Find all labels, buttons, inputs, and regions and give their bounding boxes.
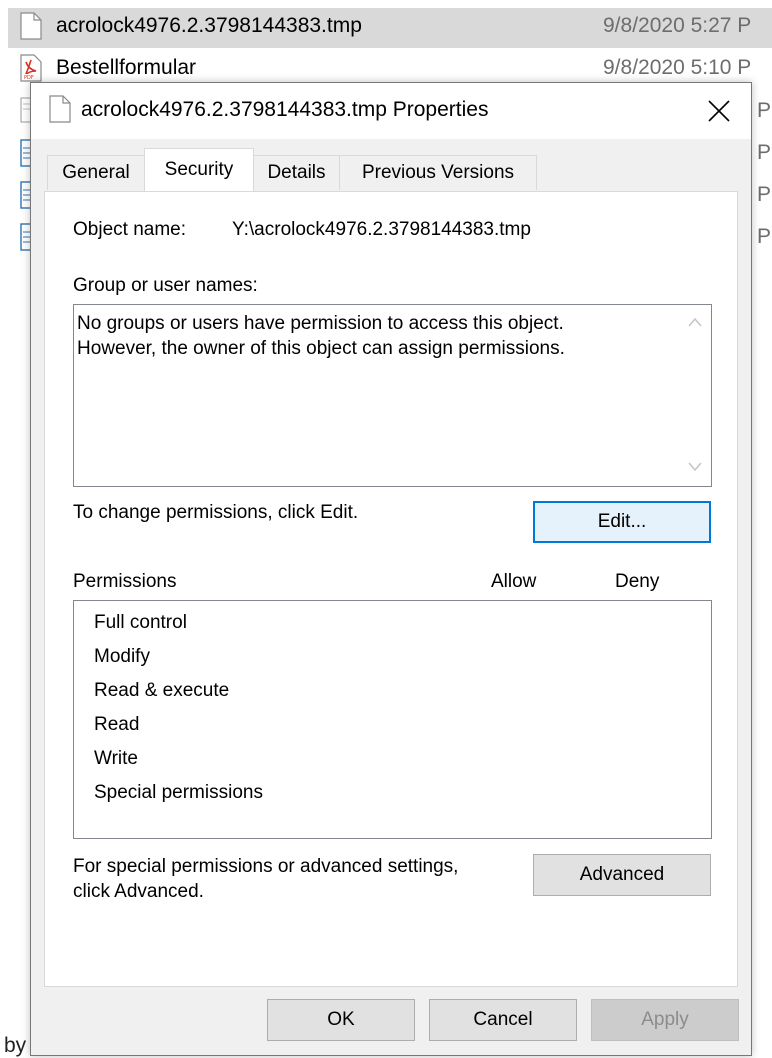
advanced-button[interactable]: Advanced: [533, 854, 711, 896]
edit-button[interactable]: Edit...: [533, 501, 711, 543]
scroll-up-icon[interactable]: [688, 317, 702, 327]
permissions-list[interactable]: Full control Modify Read & execute Read …: [73, 600, 712, 839]
hint-line: click Advanced.: [73, 881, 204, 902]
scroll-down-icon[interactable]: [688, 462, 702, 472]
properties-dialog: acrolock4976.2.3798144383.tmp Properties…: [30, 82, 752, 1056]
group-names-list[interactable]: No groups or users have permission to ac…: [73, 304, 712, 487]
tab-security[interactable]: Security: [144, 148, 254, 191]
file-date: 9/8/2020 5:27 P: [603, 14, 752, 37]
allow-header: Allow: [491, 571, 537, 592]
close-icon: [708, 100, 730, 122]
permission-special: Special permissions: [94, 782, 263, 803]
file-row-selected[interactable]: acrolock4976.2.3798144383.tmp 9/8/2020 5…: [8, 8, 772, 48]
ok-button[interactable]: OK: [267, 999, 415, 1041]
file-name: Bestellformular: [56, 56, 197, 79]
object-name-label: Object name:: [73, 219, 186, 240]
pdf-file-icon: PDF: [20, 54, 42, 82]
permission-read: Read: [94, 714, 140, 735]
tab-general[interactable]: General: [47, 155, 145, 190]
advanced-hint-text: For special permissions or advanced sett…: [73, 854, 458, 904]
no-permission-message: No groups or users have permission to ac…: [77, 311, 565, 361]
message-line: No groups or users have permission to ac…: [77, 313, 564, 334]
message-line: However, the owner of this object can as…: [77, 338, 565, 359]
permission-read-execute: Read & execute: [94, 680, 230, 701]
dialog-title: acrolock4976.2.3798144383.tmp Properties: [81, 98, 489, 121]
file-icon: [49, 95, 71, 123]
change-permissions-text: To change permissions, click Edit.: [73, 502, 359, 523]
permission-full-control: Full control: [94, 612, 187, 633]
tab-details[interactable]: Details: [253, 155, 340, 190]
background-text: by: [4, 1034, 27, 1057]
title-bar[interactable]: acrolock4976.2.3798144383.tmp Properties: [31, 83, 751, 139]
permission-write: Write: [94, 748, 138, 769]
hint-line: For special permissions or advanced sett…: [73, 856, 459, 877]
date-fragment: P: [757, 99, 772, 122]
close-button[interactable]: [691, 85, 747, 137]
date-fragment: P: [757, 225, 772, 248]
date-fragment: P: [757, 141, 772, 164]
file-name: acrolock4976.2.3798144383.tmp: [56, 14, 362, 37]
security-panel: Object name: Y:\acrolock4976.2.379814438…: [44, 191, 738, 987]
permission-modify: Modify: [94, 646, 150, 667]
tab-previous-versions[interactable]: Previous Versions: [339, 155, 537, 190]
permissions-header: Permissions: [73, 571, 177, 592]
deny-header: Deny: [615, 571, 660, 592]
svg-text:PDF: PDF: [24, 75, 34, 81]
file-icon: [20, 12, 42, 40]
file-date: 9/8/2020 5:10 P: [603, 56, 752, 79]
date-fragment: P: [757, 183, 772, 206]
object-name-value: Y:\acrolock4976.2.3798144383.tmp: [232, 219, 531, 240]
cancel-button[interactable]: Cancel: [429, 999, 577, 1041]
group-names-label: Group or user names:: [73, 275, 258, 296]
apply-button[interactable]: Apply: [591, 999, 739, 1041]
